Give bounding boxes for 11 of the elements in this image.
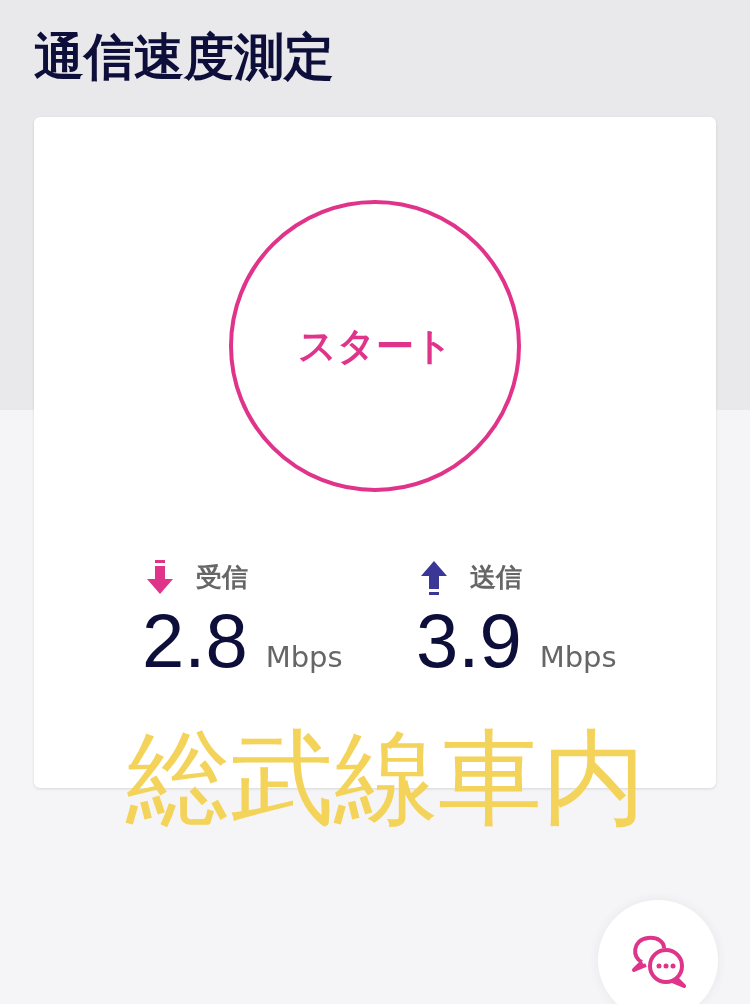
metric-value: 2.8: [142, 597, 248, 685]
page-title: 通信速度測定: [34, 27, 334, 88]
metric-unit: Mbps: [539, 639, 617, 676]
download-arrow-icon: [146, 559, 174, 596]
metric-label: 送信: [470, 561, 522, 594]
metric-unit: Mbps: [265, 639, 343, 676]
caption-overlay: 総武線車内: [126, 718, 646, 838]
metric-value: 3.9: [416, 597, 522, 685]
start-button[interactable]: スタート: [229, 200, 521, 492]
metric-label: 受信: [196, 561, 248, 594]
upload-arrow-icon: [420, 559, 448, 596]
